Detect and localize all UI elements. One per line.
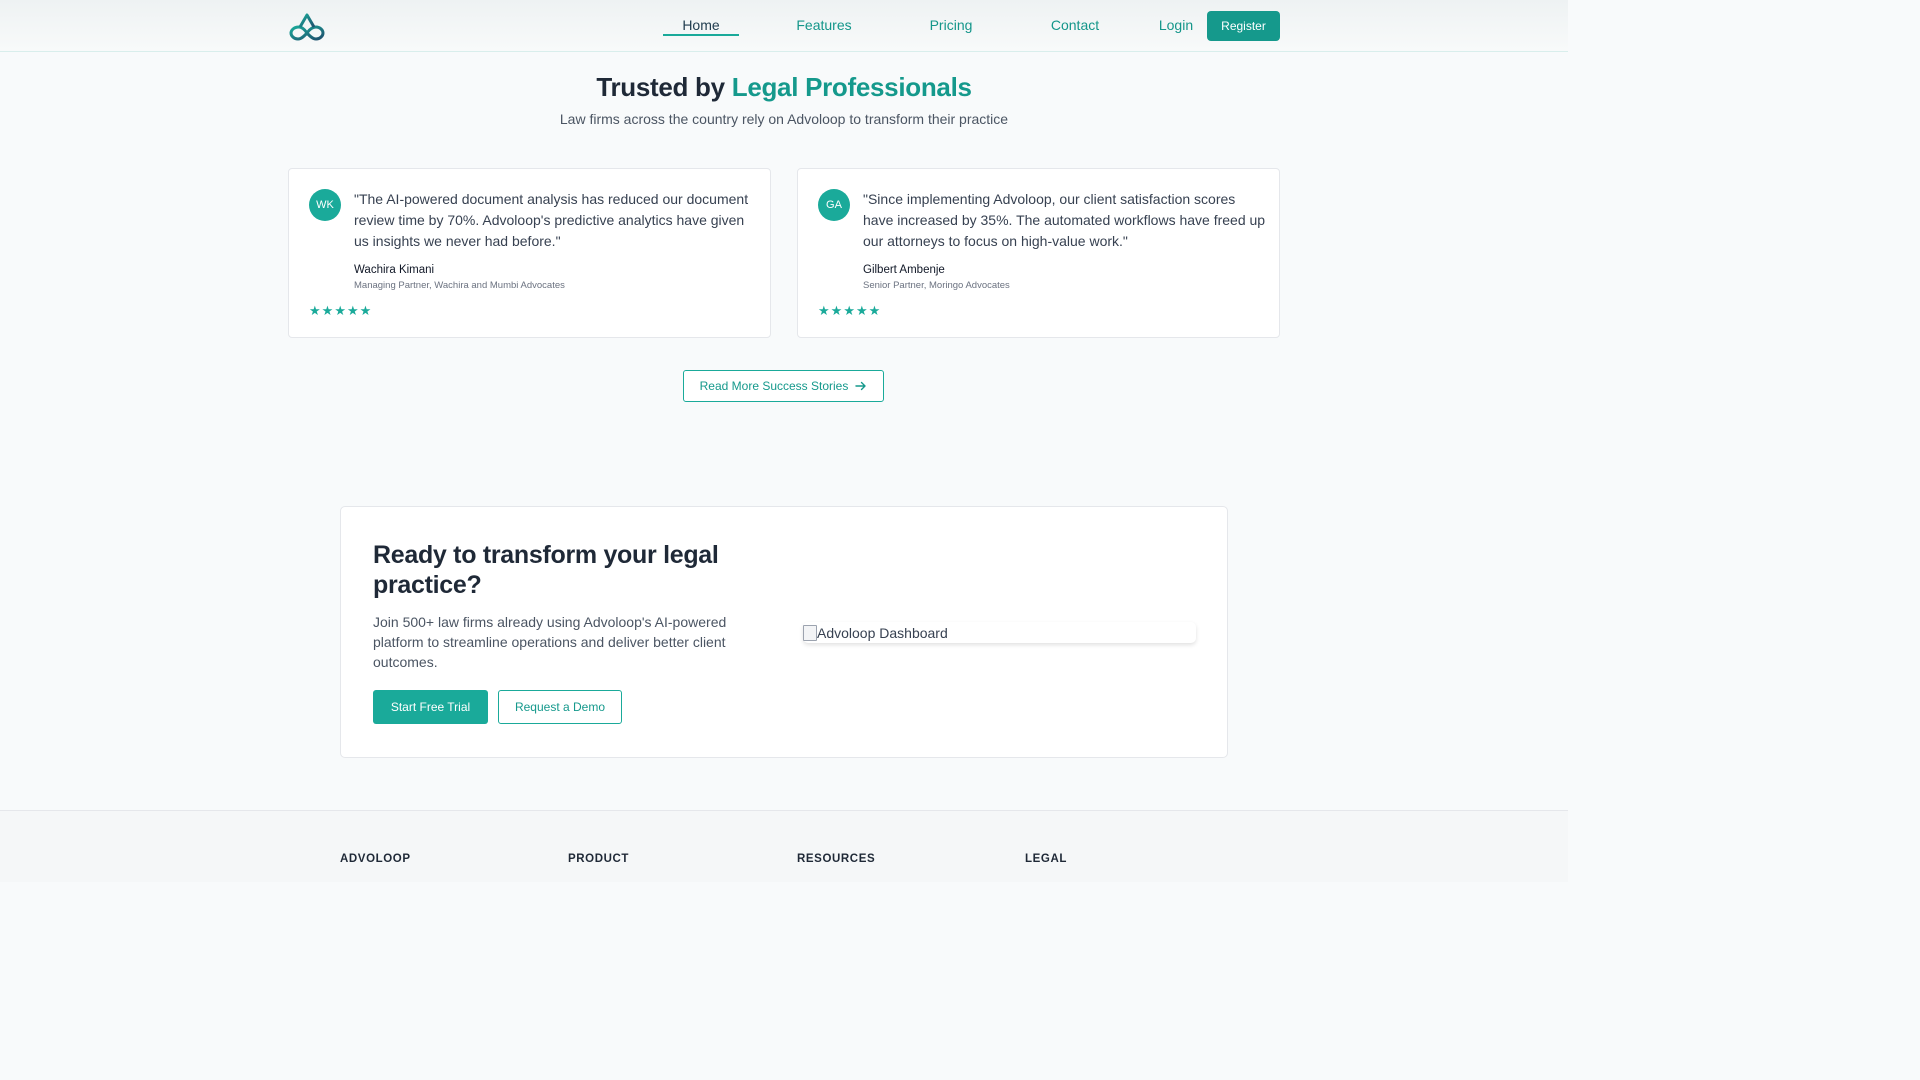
- star-icon: ★: [818, 303, 831, 318]
- testimonial-quote: "The AI-powered document analysis has re…: [354, 191, 749, 249]
- footer-heading-resources: RESOURCES: [797, 853, 876, 865]
- section-subtitle: Law firms across the country rely on Adv…: [559, 111, 1009, 127]
- footer-heading-advoloop: ADVOLOOP: [340, 853, 411, 865]
- star-rating: ★★★★★: [818, 303, 881, 319]
- testimonial-card: GA "Since implementing Advoloop, our cli…: [797, 168, 1280, 338]
- cta-panel: Ready to transform your legal practice? …: [340, 506, 1228, 758]
- cta-description: Join 500+ law firms already using Advolo…: [373, 614, 727, 670]
- testimonial-role: Managing Partner, Wachira and Mumbi Advo…: [354, 280, 565, 291]
- star-icon: ★: [855, 303, 869, 318]
- star-icon: ★: [830, 303, 844, 318]
- top-navbar: Home Features Pricing Contact Login Regi…: [0, 0, 1568, 52]
- read-more-stories-button[interactable]: Read More Success Stories: [683, 370, 884, 402]
- testimonial-author: Wachira Kimani: [354, 264, 435, 276]
- section-title: Trusted by Legal Professionals: [0, 72, 1568, 103]
- testimonial-quote: "Since implementing Advoloop, our client…: [863, 191, 1266, 249]
- active-nav-indicator: [663, 34, 739, 36]
- star-icon: ★: [346, 303, 360, 318]
- avatar: GA: [818, 189, 850, 221]
- arrow-right-icon: [855, 381, 867, 391]
- nav-link-contact[interactable]: Contact: [1037, 17, 1113, 33]
- testimonial-card: WK "The AI-powered document analysis has…: [288, 168, 771, 338]
- testimonial-author: Gilbert Ambenje: [863, 264, 945, 276]
- footer-heading-legal: LEGAL: [1025, 853, 1067, 865]
- nav-link-pricing[interactable]: Pricing: [913, 17, 989, 33]
- dashboard-image: Advoloop Dashboard: [803, 622, 1196, 643]
- footer: ADVOLOOP PRODUCT RESOURCES LEGAL: [0, 810, 1568, 882]
- testimonial-role: Senior Partner, Moringo Advocates: [863, 280, 1010, 291]
- section-title-accent: Legal Professionals: [731, 72, 972, 102]
- request-demo-button[interactable]: Request a Demo: [498, 690, 622, 724]
- star-icon: ★: [334, 303, 347, 318]
- avatar: WK: [309, 189, 341, 221]
- broken-image-icon: [803, 624, 817, 641]
- infinity-loop-icon[interactable]: [289, 11, 325, 41]
- star-icon: ★: [868, 303, 882, 318]
- star-icon: ★: [359, 303, 373, 318]
- nav-link-home[interactable]: Home: [663, 17, 739, 33]
- star-icon: ★: [309, 303, 322, 318]
- dashboard-image-alt: Advoloop Dashboard: [817, 624, 948, 641]
- footer-heading-product: PRODUCT: [568, 853, 630, 865]
- register-button[interactable]: Register: [1207, 11, 1280, 41]
- star-icon: ★: [321, 303, 335, 318]
- star-icon: ★: [843, 303, 856, 318]
- login-link[interactable]: Login: [1150, 17, 1202, 33]
- read-more-label: Read More Success Stories: [699, 379, 849, 393]
- cta-title: Ready to transform your legal practice?: [373, 541, 719, 599]
- star-rating: ★★★★★: [309, 303, 372, 319]
- start-free-trial-button[interactable]: Start Free Trial: [373, 690, 488, 724]
- section-title-prefix: Trusted by: [596, 72, 725, 102]
- nav-link-features[interactable]: Features: [786, 17, 862, 33]
